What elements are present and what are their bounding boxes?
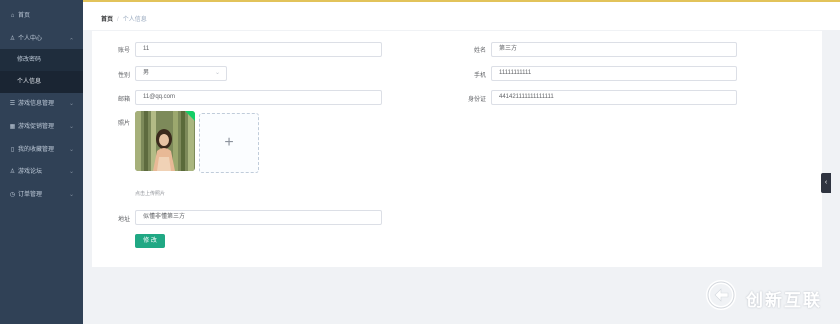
sidebar-subitem-label: 修改密码 (17, 57, 42, 63)
address-input[interactable]: 似懂非懂第三方 (135, 210, 382, 225)
breadcrumb-current: 个人信息 (122, 17, 147, 23)
chevron-down-icon: ⌄ (214, 70, 220, 76)
sidebar-item-favorites[interactable]: ▯ 我的收藏管理 ⌄ (0, 139, 83, 161)
sidebar-subitem-personal-info[interactable]: 个人信息 (0, 71, 83, 93)
sidebar-item-label: 游戏信息管理 (18, 101, 55, 107)
collapse-tab[interactable]: ‹ (821, 173, 831, 193)
sidebar-subitem-label: 个人信息 (17, 79, 42, 85)
chevron-down-icon: ⌄ (68, 147, 74, 153)
chevron-down-icon: ⌄ (68, 124, 74, 130)
account-label: 账号 (117, 48, 130, 54)
sidebar-subitem-change-password[interactable]: 修改密码 (0, 49, 83, 71)
photo-upload-button[interactable]: + (199, 113, 259, 173)
sidebar-item-game-info[interactable]: ☰ 游戏信息管理 ⌄ (0, 93, 83, 115)
sidebar-item-game-promotion[interactable]: ▦ 游戏促销管理 ⌄ (0, 116, 83, 138)
header: 首页 / 个人信息 (83, 2, 840, 30)
chevron-down-icon: ⌄ (68, 169, 74, 175)
list-icon: ☰ (9, 101, 16, 107)
grid-icon: ▦ (9, 124, 16, 130)
sidebar-item-personal-center[interactable]: ♙ 个人中心 ⌄ (0, 28, 83, 50)
phone-label: 手机 (473, 73, 486, 79)
sidebar-item-label: 首页 (18, 13, 31, 19)
name-label: 姓名 (473, 48, 486, 54)
gender-label: 性别 (117, 73, 130, 79)
plus-icon: + (224, 134, 234, 151)
watermark-text: 创新互联 (746, 291, 822, 310)
account-input[interactable]: 11 (135, 42, 382, 57)
breadcrumb-separator: / (117, 17, 119, 23)
email-label: 邮箱 (117, 97, 130, 103)
idcard-label: 身份证 (467, 97, 486, 103)
sidebar-item-label: 游戏促销管理 (18, 124, 55, 130)
upload-success-badge (185, 111, 195, 121)
sidebar-item-label: 个人中心 (18, 36, 43, 42)
sidebar-item-forum[interactable]: ♙ 游戏论坛 ⌄ (0, 161, 83, 183)
upload-hint: 点击上传照片 (135, 191, 166, 197)
chevron-down-icon: ⌄ (68, 192, 74, 198)
photo-label: 照片 (117, 121, 130, 127)
breadcrumb-home[interactable]: 首页 (101, 17, 113, 23)
name-input[interactable]: 第三方 (491, 42, 737, 57)
sidebar-item-label: 订单管理 (18, 192, 43, 198)
clock-icon: ◷ (9, 192, 16, 198)
watermark-logo-icon (706, 280, 736, 310)
gender-select-value: 男 (143, 70, 150, 76)
uploaded-photo[interactable] (135, 111, 195, 171)
breadcrumb: 首页 / 个人信息 (101, 14, 147, 23)
user-icon: ♙ (9, 36, 16, 42)
sidebar-item-home[interactable]: ⌂ 首页 (0, 5, 83, 27)
bookmark-icon: ▯ (10, 147, 15, 153)
idcard-input[interactable]: 441421111111111111 (491, 90, 737, 105)
email-input[interactable]: 11@qq.com (135, 90, 382, 105)
sidebar-item-label: 游戏论坛 (18, 169, 43, 175)
home-icon: ⌂ (10, 13, 15, 19)
sidebar-item-label: 我的收藏管理 (18, 147, 55, 153)
submit-button[interactable]: 修 改 (135, 234, 165, 248)
watermark: 创新互联 (706, 280, 836, 310)
address-label: 地址 (117, 217, 130, 223)
phone-input[interactable]: 11111111111 (491, 66, 737, 81)
user-icon: ♙ (9, 169, 16, 175)
sidebar: ⌂ 首页 ♙ 个人中心 ⌄ 修改密码 个人信息 ☰ 游戏信息管理 ⌄ ▦ 游戏促销管理 … (0, 0, 83, 324)
chevron-up-icon: ⌄ (68, 36, 74, 42)
sidebar-item-orders[interactable]: ◷ 订单管理 ⌄ (0, 184, 83, 206)
gender-select[interactable]: 男 ⌄ (135, 66, 227, 81)
chevron-down-icon: ⌄ (68, 101, 74, 107)
